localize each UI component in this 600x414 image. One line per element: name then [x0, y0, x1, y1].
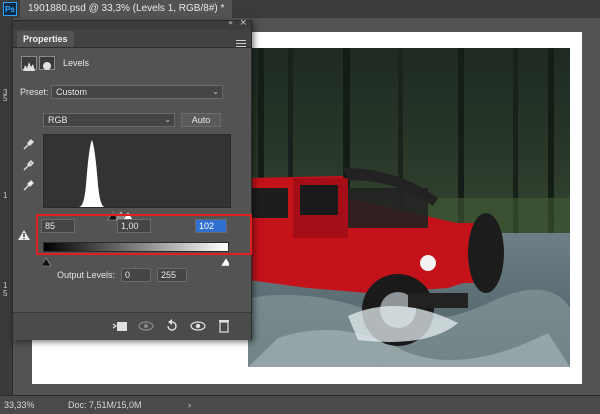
properties-panel: « × Properties Levels Preset: Custom ⌄ R… — [12, 18, 252, 340]
output-black-field[interactable]: 0 — [121, 268, 151, 282]
output-levels-label: Output Levels: — [57, 270, 116, 280]
ruler-label: 5 — [3, 289, 8, 298]
mask-icon[interactable] — [39, 56, 55, 70]
chevron-down-icon: ⌄ — [164, 115, 171, 124]
panel-tab-bar: Properties — [13, 29, 251, 48]
panel-menu-icon[interactable] — [236, 40, 246, 48]
eyedropper-gray-icon[interactable] — [22, 157, 36, 171]
preset-dropdown[interactable]: Custom ⌄ — [51, 85, 223, 99]
preset-value: Custom — [56, 87, 88, 97]
eyedropper-black-icon[interactable] — [22, 136, 36, 150]
jeep-photo — [248, 48, 570, 367]
tab-properties[interactable]: Properties — [17, 31, 74, 47]
status-bar: 33,33% Doc: 7,51M/15,0M › — [0, 395, 600, 414]
trash-icon[interactable] — [215, 318, 233, 334]
output-white-field[interactable]: 255 — [157, 268, 187, 282]
ruler-label: 5 — [3, 94, 8, 103]
panel-title-strip[interactable]: « × — [13, 18, 251, 29]
reset-icon[interactable] — [163, 318, 181, 334]
panel-title: Levels — [63, 58, 90, 68]
auto-button[interactable]: Auto — [181, 113, 221, 127]
clip-to-layer-icon[interactable] — [111, 318, 129, 334]
output-levels-slider[interactable] — [40, 252, 232, 267]
channel-value: RGB — [48, 115, 68, 125]
levels-icon[interactable] — [21, 56, 37, 71]
chevron-down-icon: ⌄ — [212, 87, 219, 96]
doc-size: Doc: 7,51M/15,0M — [68, 400, 142, 410]
document-tab-bar: Ps 1901880.psd @ 33,3% (Levels 1, RGB/8#… — [0, 0, 600, 19]
eyedropper-white-icon[interactable] — [22, 177, 36, 191]
output-gradient-bar — [43, 242, 229, 252]
visibility-eye-icon[interactable] — [189, 318, 207, 334]
histogram — [43, 134, 231, 208]
status-menu-icon[interactable]: › — [188, 396, 191, 414]
ruler-label: 1 — [3, 191, 8, 200]
collapse-icon[interactable]: « — [228, 18, 233, 27]
levels-header: Levels — [19, 54, 245, 76]
view-previous-icon[interactable] — [137, 318, 155, 334]
preset-label: Preset: — [20, 87, 49, 97]
photoshop-logo: Ps — [3, 2, 17, 16]
panel-bottom-toolbar — [13, 312, 251, 340]
channel-dropdown[interactable]: RGB ⌄ — [43, 113, 175, 127]
close-icon[interactable]: × — [239, 18, 247, 28]
zoom-level[interactable]: 33,33% — [4, 396, 35, 414]
document-tab[interactable]: 1901880.psd @ 33,3% (Levels 1, RGB/8#) * — [20, 0, 233, 18]
warning-icon — [17, 226, 31, 240]
